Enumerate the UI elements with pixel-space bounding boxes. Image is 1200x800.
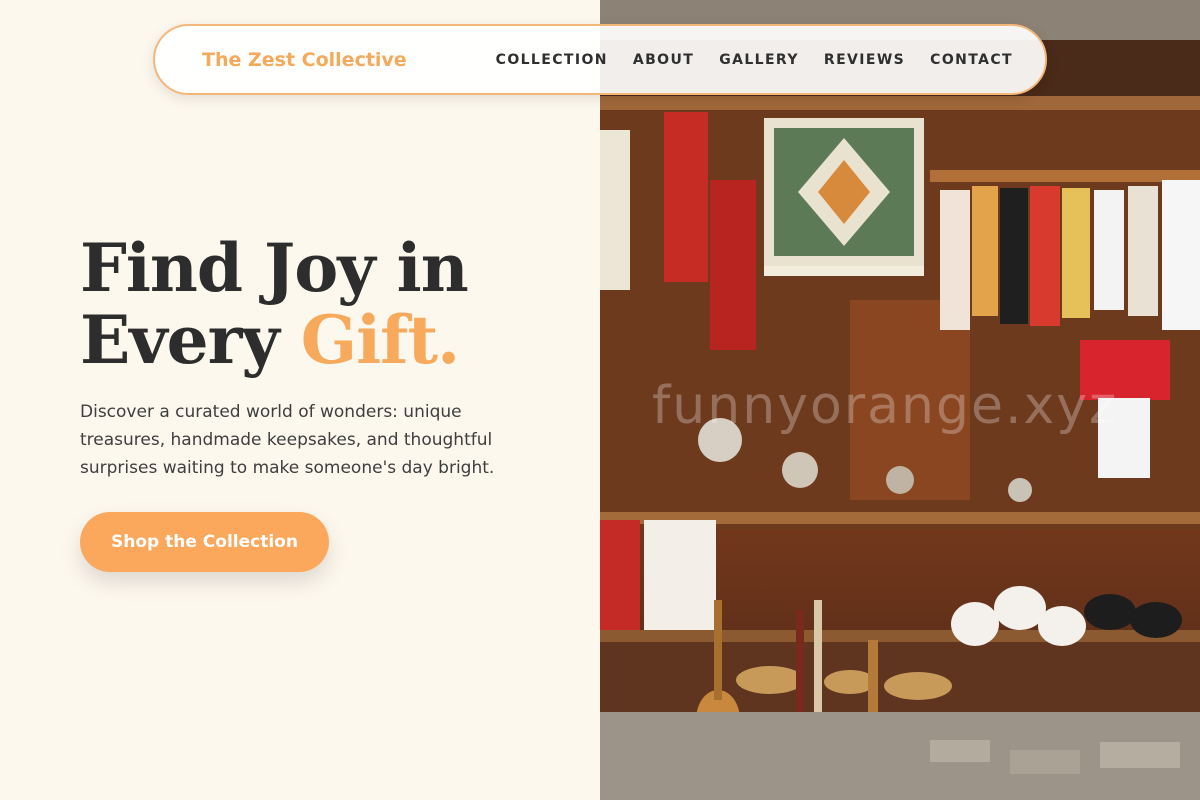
nav-link-contact[interactable]: CONTACT <box>930 52 1013 68</box>
hero-title-line2-prefix: Every <box>80 301 301 379</box>
nav-menu: COLLECTION ABOUT GALLERY REVIEWS CONTACT <box>471 52 1013 68</box>
nav-link-collection[interactable]: COLLECTION <box>496 52 608 68</box>
nav-link-reviews[interactable]: REVIEWS <box>824 52 905 68</box>
watermark-text: funnyorange.xyz <box>652 376 1119 436</box>
brand-logo-text[interactable]: The Zest Collective <box>202 49 407 71</box>
hero-subtitle: Discover a curated world of wonders: uni… <box>80 402 495 478</box>
hero-title: Find Joy in Every Gift. <box>80 232 580 376</box>
nav-link-about[interactable]: ABOUT <box>633 52 694 68</box>
hero-title-line1: Find Joy in <box>80 229 469 307</box>
shop-collection-button[interactable]: Shop the Collection <box>80 512 329 572</box>
nav-link-gallery[interactable]: GALLERY <box>719 52 799 68</box>
top-navigation: The Zest Collective COLLECTION ABOUT GAL… <box>153 24 1047 95</box>
hero-title-accent: Gift. <box>300 301 460 379</box>
